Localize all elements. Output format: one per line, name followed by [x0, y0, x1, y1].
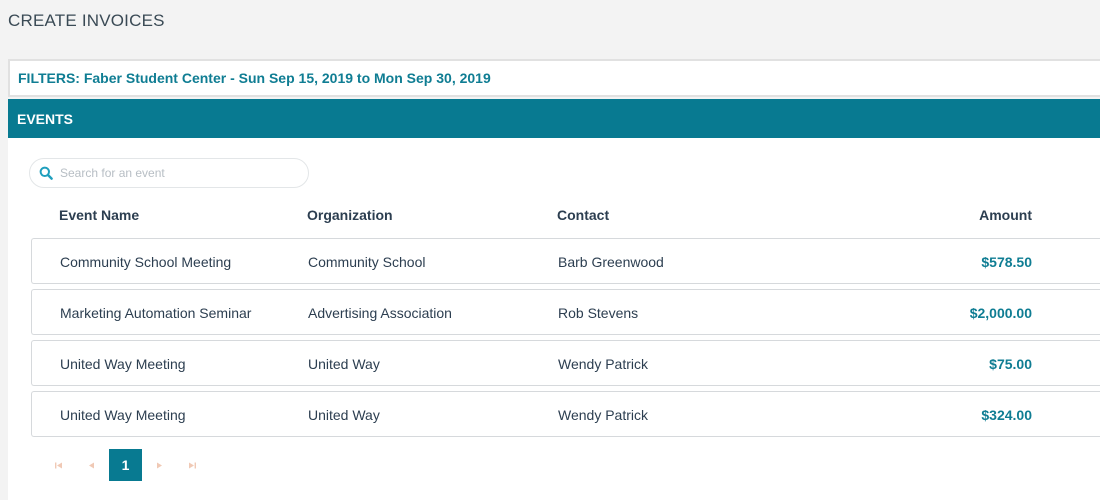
pagination: 1	[42, 449, 209, 481]
events-panel: EVENTS Event Name Organization Contact A…	[8, 99, 1100, 500]
contact-cell: Wendy Patrick	[558, 407, 648, 423]
column-header-contact[interactable]: Contact	[557, 207, 609, 223]
column-header-event-name[interactable]: Event Name	[59, 207, 139, 223]
last-page-icon	[188, 462, 196, 468]
table-row[interactable]: United Way Meeting United Way Wendy Patr…	[31, 391, 1100, 437]
previous-page-button[interactable]	[75, 449, 107, 481]
first-page-icon	[54, 462, 62, 468]
contact-cell: Rob Stevens	[558, 305, 639, 321]
search-box[interactable]	[29, 158, 309, 188]
next-page-button[interactable]	[143, 449, 175, 481]
events-header: EVENTS	[8, 99, 1100, 138]
search-input[interactable]	[60, 166, 290, 180]
organization-cell: United Way	[308, 356, 380, 372]
page-title: CREATE INVOICES	[8, 11, 165, 30]
table-row[interactable]: Marketing Automation Seminar Advertising…	[31, 289, 1100, 335]
amount-cell: $75.00	[989, 356, 1032, 372]
table-header: Event Name Organization Contact Amount	[31, 207, 1100, 229]
contact-cell: Barb Greenwood	[558, 254, 664, 270]
organization-cell: United Way	[308, 407, 380, 423]
contact-cell: Wendy Patrick	[558, 356, 648, 372]
search-icon	[39, 166, 53, 180]
table-row[interactable]: United Way Meeting United Way Wendy Patr…	[31, 340, 1100, 386]
filters-bar[interactable]: FILTERS: Faber Student Center - Sun Sep …	[8, 59, 1100, 97]
next-page-icon	[156, 462, 162, 468]
event-name-cell: Community School Meeting	[60, 254, 232, 270]
event-name-cell: Marketing Automation Seminar	[60, 305, 252, 321]
first-page-button[interactable]	[42, 449, 74, 481]
column-header-amount[interactable]: Amount	[979, 207, 1032, 223]
filters-text: FILTERS: Faber Student Center - Sun Sep …	[18, 70, 491, 86]
previous-page-icon	[88, 462, 94, 468]
amount-cell: $2,000.00	[969, 305, 1032, 321]
page-1-button[interactable]: 1	[109, 449, 142, 481]
last-page-button[interactable]	[176, 449, 208, 481]
event-name-cell: United Way Meeting	[60, 356, 186, 372]
amount-cell: $578.50	[981, 254, 1032, 270]
column-header-organization[interactable]: Organization	[307, 207, 393, 223]
organization-cell: Advertising Association	[308, 305, 452, 321]
organization-cell: Community School	[308, 254, 426, 270]
events-header-label: EVENTS	[17, 110, 74, 127]
events-list: Community School Meeting Community Schoo…	[31, 238, 1100, 442]
event-name-cell: United Way Meeting	[60, 407, 186, 423]
amount-cell: $324.00	[981, 407, 1032, 423]
table-row[interactable]: Community School Meeting Community Schoo…	[31, 238, 1100, 284]
